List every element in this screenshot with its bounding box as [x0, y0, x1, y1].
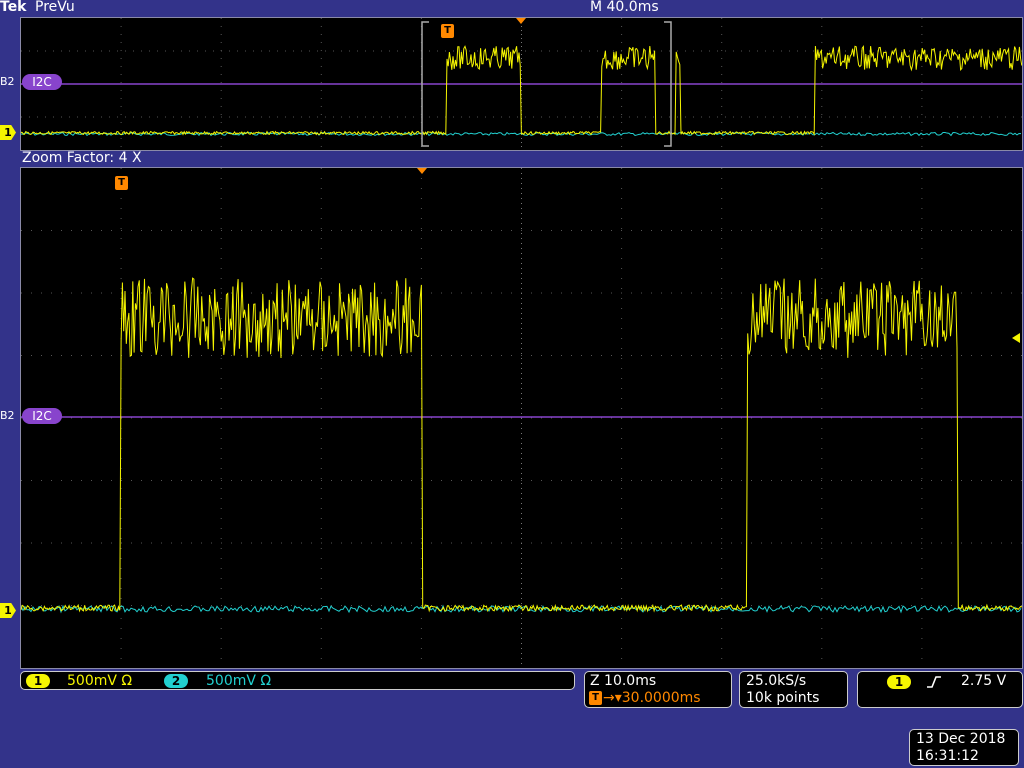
brand-logo: Tek — [0, 0, 27, 15]
acquisition-readout[interactable]: 25.0kS/s 10k points — [739, 671, 848, 708]
zoom-waveform-pane[interactable]: T — [20, 167, 1023, 669]
ch1-scale: 500mV Ω — [67, 673, 133, 689]
time: 16:31:12 — [916, 748, 979, 764]
overview-waveform-plot — [21, 18, 1022, 147]
ch1-chip[interactable]: 1 — [26, 674, 50, 688]
datetime-readout: 13 Dec 2018 16:31:12 — [909, 729, 1019, 766]
zoom-position-trigger-icon: T — [589, 691, 602, 705]
rising-edge-icon — [927, 676, 941, 688]
timebase-readout[interactable]: M 40.0ms — [590, 0, 659, 15]
bus-name-pill: I2C — [22, 408, 62, 424]
zoom-position: →▾30.0000ms — [603, 690, 701, 706]
trigger-source-chip: 1 — [887, 675, 911, 689]
ch2-chip[interactable]: 2 — [164, 674, 188, 688]
overview-ch1-marker[interactable]: 1 — [0, 125, 16, 140]
bus-name-pill: I2C — [22, 74, 62, 90]
zoom-waveform-plot — [21, 168, 1022, 664]
zoom-scale-readout[interactable]: Z 10.0ms T →▾30.0000ms — [584, 671, 732, 708]
sample-rate: 25.0kS/s — [746, 673, 807, 689]
graticule — [21, 168, 1022, 664]
acquisition-status: PreVu — [35, 0, 75, 15]
date: 13 Dec 2018 — [916, 731, 1006, 747]
zoom-factor-label: Zoom Factor: 4 X — [22, 150, 142, 166]
zoom-trigger-marker: T — [115, 176, 128, 190]
record-length: 10k points — [746, 690, 820, 706]
overview-trigger-marker: T — [441, 24, 454, 38]
zoom-scale: Z 10.0ms — [590, 673, 657, 689]
zoom-ch1-marker[interactable]: 1 — [0, 603, 16, 618]
trigger-readout[interactable]: 1 2.75 V — [857, 671, 1023, 708]
ch2-scale: 500mV Ω — [206, 673, 272, 689]
trigger-level: 2.75 V — [961, 673, 1007, 689]
bus-ref-label: B2 — [0, 409, 15, 422]
channel-scale-readout[interactable]: 1 500mV Ω 2 500mV Ω — [20, 671, 575, 690]
bus-ref-label: B2 — [0, 75, 15, 88]
overview-waveform-pane[interactable]: T — [20, 17, 1023, 151]
